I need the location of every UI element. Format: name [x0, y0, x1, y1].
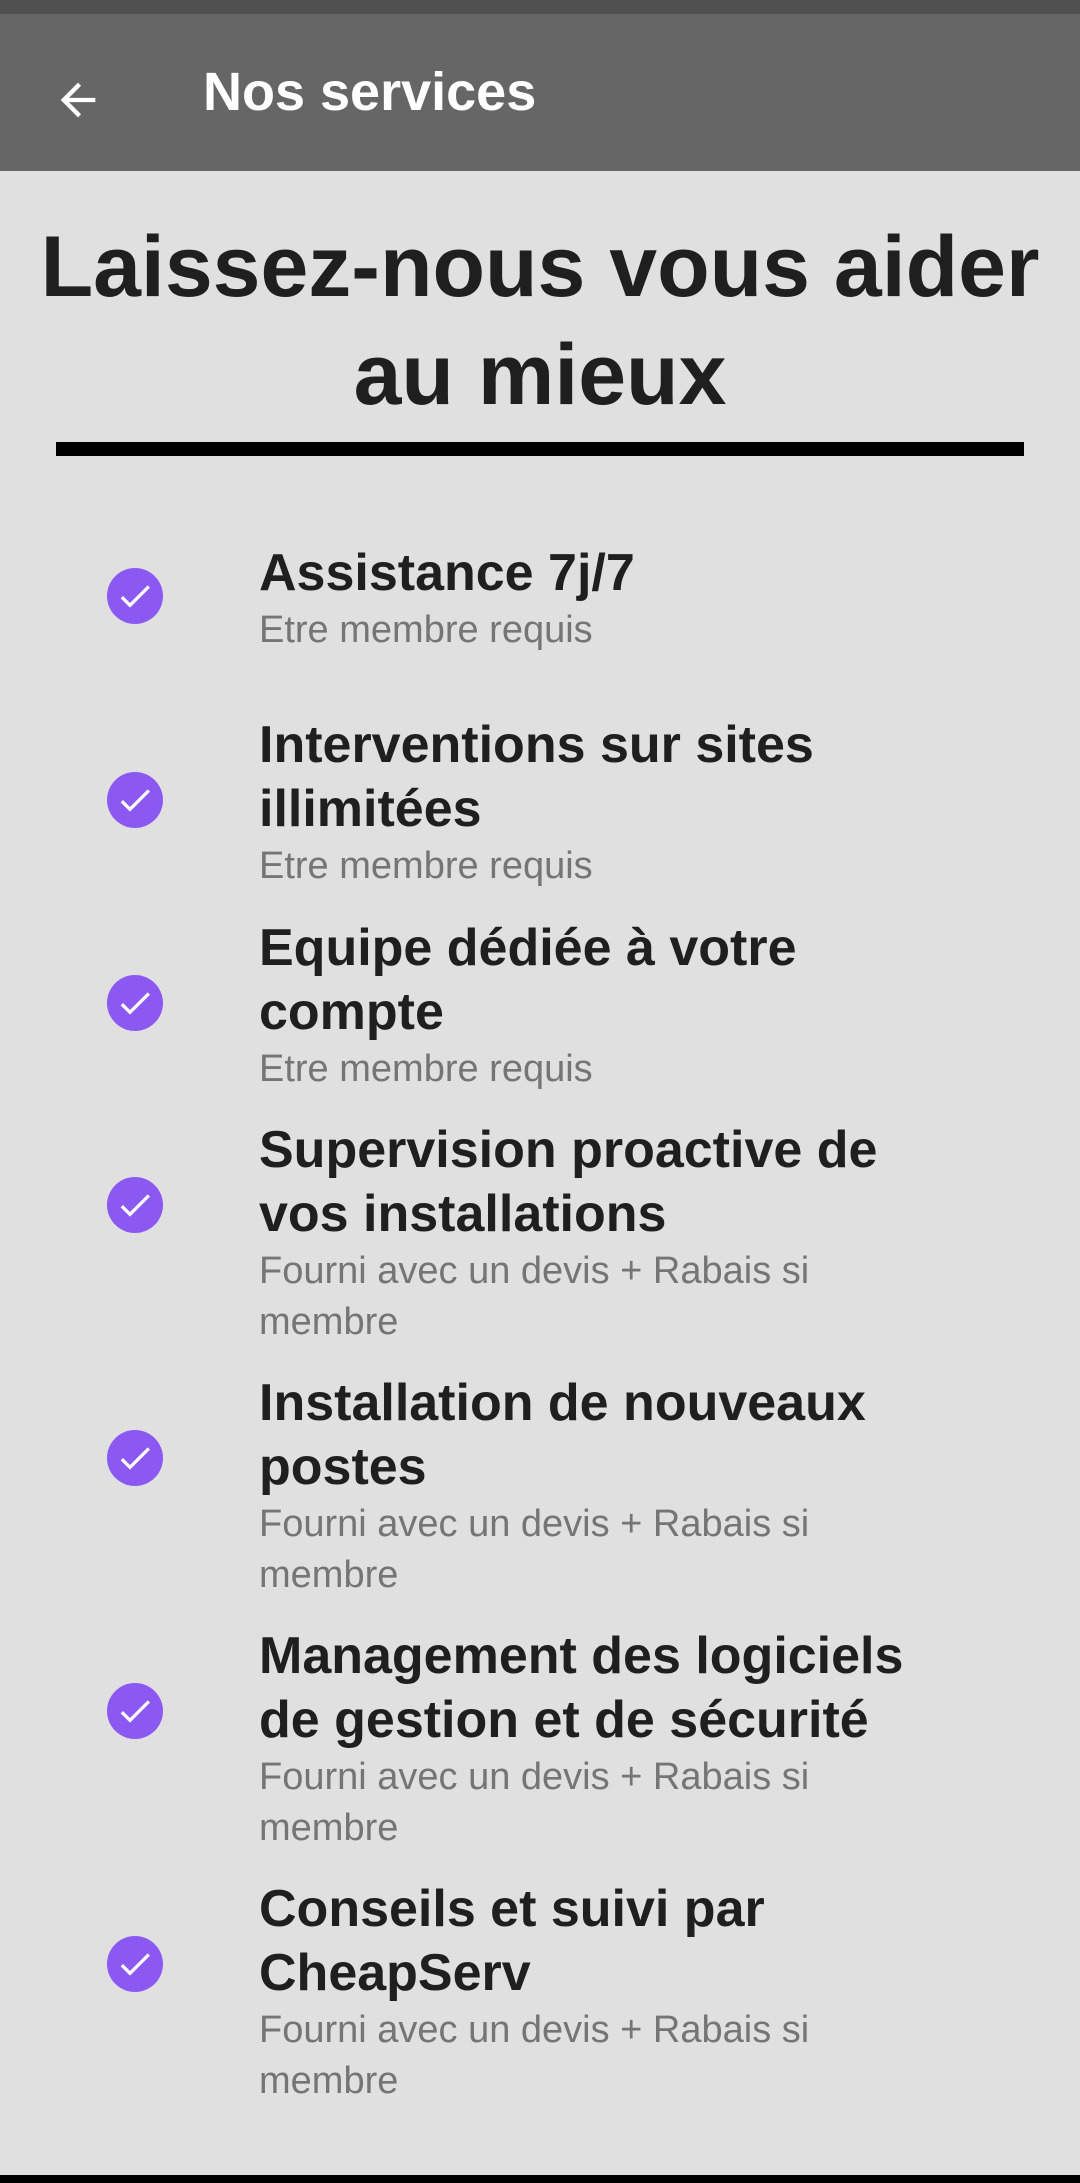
- service-title: Interventions sur sites illimitées: [259, 716, 814, 838]
- service-title: Assistance 7j/7: [259, 544, 635, 602]
- check-circle-icon: [107, 1177, 163, 1233]
- service-title: Installation de nouveaux postes: [259, 1374, 866, 1496]
- check-circle-icon: [107, 975, 163, 1031]
- bottom-edge: [0, 2175, 1080, 2183]
- page-title: Nos services: [203, 62, 537, 122]
- service-subtitle: Fourni avec un devis + Rabais si membre: [259, 2009, 810, 2102]
- service-title: Management des logiciels de gestion et d…: [259, 1627, 904, 1749]
- arrow-left-icon: [60, 82, 96, 118]
- service-subtitle: Fourni avec un devis + Rabais si membre: [259, 1250, 810, 1343]
- service-subtitle: Etre membre requis: [259, 609, 593, 651]
- check-circle-icon: [107, 1430, 163, 1486]
- services-content: Laissez-nous vous aider au mieux Assista…: [0, 171, 1080, 2171]
- service-subtitle: Fourni avec un devis + Rabais si membre: [259, 1756, 810, 1849]
- divider: [56, 442, 1024, 456]
- back-button[interactable]: [38, 60, 118, 140]
- service-title: Conseils et suivi par CheapServ: [259, 1880, 765, 2002]
- service-title: Supervision proactive de vos installatio…: [259, 1121, 878, 1243]
- check-circle-icon: [107, 1936, 163, 1992]
- service-title: Equipe dédiée à votre compte: [259, 919, 797, 1041]
- service-subtitle: Etre membre requis: [259, 1048, 593, 1090]
- headline: Laissez-nous vous aider au mieux: [40, 219, 1040, 423]
- app-bar: Nos services: [0, 14, 1080, 171]
- status-bar: [0, 0, 1080, 14]
- service-subtitle: Fourni avec un devis + Rabais si membre: [259, 1503, 810, 1596]
- check-circle-icon: [107, 1683, 163, 1739]
- check-circle-icon: [107, 772, 163, 828]
- service-subtitle: Etre membre requis: [259, 845, 593, 887]
- check-circle-icon: [107, 568, 163, 624]
